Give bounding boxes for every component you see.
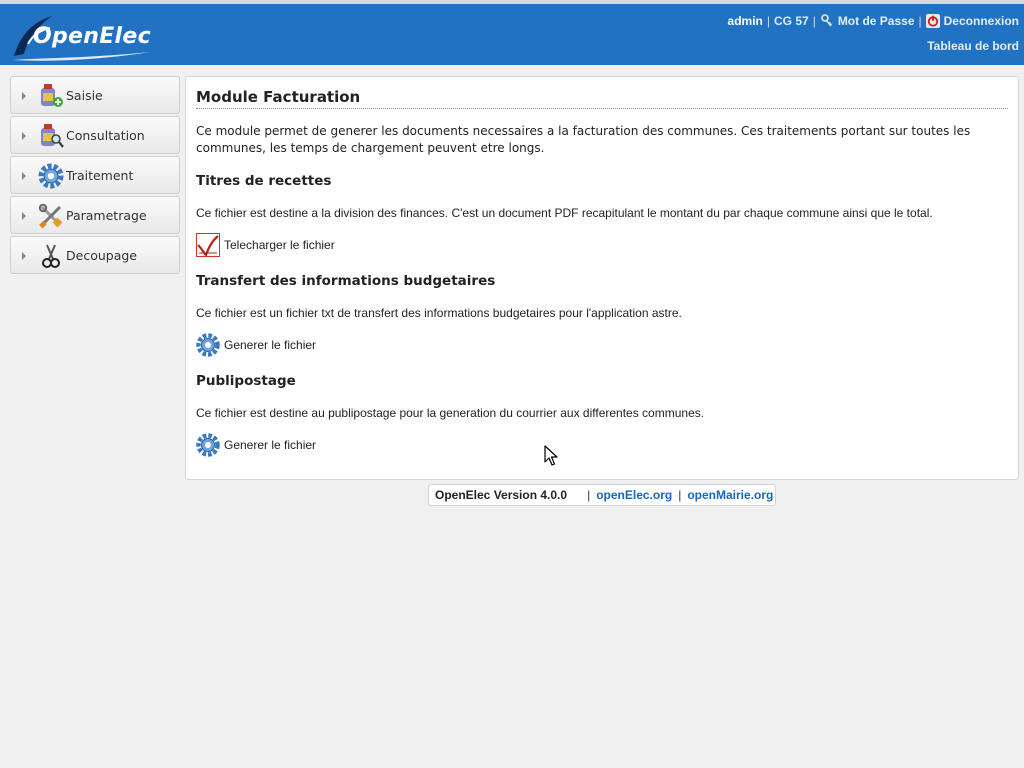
- gear-icon[interactable]: [196, 433, 220, 457]
- expand-arrow-icon[interactable]: [22, 212, 26, 220]
- collectivite-link[interactable]: CG 57: [774, 14, 809, 28]
- sidebar-item-saisie[interactable]: Saisie: [10, 76, 180, 114]
- separator: |: [766, 14, 770, 28]
- power-icon[interactable]: [925, 14, 940, 28]
- sidebar-item-decoupage[interactable]: Decoupage: [10, 236, 180, 274]
- user-bar: admin | CG 57 | Mot de Passe | Deconnexi…: [728, 14, 1019, 28]
- action-label[interactable]: Generer le fichier: [224, 438, 316, 452]
- version-text: OpenElec Version 4.0.0: [435, 488, 568, 502]
- user-name[interactable]: admin: [728, 14, 763, 28]
- generate-file-link[interactable]: Generer le fichier: [196, 433, 316, 457]
- logout-link[interactable]: Deconnexion: [944, 14, 1019, 28]
- expand-arrow-icon[interactable]: [22, 252, 26, 260]
- header-bar: OpenElec admin | CG 57 | Mot de Passe | …: [0, 0, 1024, 65]
- section-title-titres: Titres de recettes: [196, 173, 332, 189]
- separator: |: [678, 488, 682, 502]
- footer-bar: OpenElec Version 4.0.0 | openElec.org | …: [428, 484, 776, 506]
- sidebar-item-label: Parametrage: [66, 208, 147, 223]
- sidebar-menu: Saisie Consultation Traitement Parametra…: [10, 76, 180, 276]
- dashboard-link[interactable]: Tableau de bord: [927, 39, 1019, 53]
- expand-arrow-icon[interactable]: [22, 92, 26, 100]
- section-description: Ce fichier est destine au publipostage p…: [196, 406, 705, 420]
- action-label[interactable]: Telecharger le fichier: [224, 238, 335, 252]
- sidebar-item-parametrage[interactable]: Parametrage: [10, 196, 180, 234]
- action-label[interactable]: Generer le fichier: [224, 338, 316, 352]
- section-description: Ce fichier est un fichier txt de transfe…: [196, 306, 682, 320]
- page-title: Module Facturation: [196, 88, 1008, 109]
- main-panel: Module Facturation Ce module permet de g…: [185, 76, 1019, 480]
- sidebar-item-consultation[interactable]: Consultation: [10, 116, 180, 154]
- key-icon[interactable]: [820, 14, 834, 28]
- gear-icon: [38, 163, 64, 189]
- mouse-cursor-icon: [544, 445, 558, 466]
- tools-icon: [38, 203, 63, 229]
- separator: |: [918, 14, 922, 28]
- intro-text: Ce module permet de generer les document…: [196, 124, 971, 155]
- sidebar-item-label: Decoupage: [66, 248, 137, 263]
- section-description: Ce fichier est destine a la division des…: [196, 206, 933, 220]
- expand-arrow-icon[interactable]: [22, 132, 26, 140]
- sidebar-item-label: Consultation: [66, 128, 145, 143]
- sidebar-item-label: Traitement: [66, 168, 134, 183]
- logo-text[interactable]: OpenElec: [33, 24, 151, 49]
- gear-icon[interactable]: [196, 333, 220, 357]
- section-title-publipostage: Publipostage: [196, 373, 296, 389]
- generate-file-link[interactable]: Generer le fichier: [196, 333, 316, 357]
- openmairie-link[interactable]: openMairie.org: [687, 488, 773, 502]
- expand-arrow-icon[interactable]: [22, 172, 26, 180]
- password-link[interactable]: Mot de Passe: [838, 14, 915, 28]
- openelec-link[interactable]: openElec.org: [596, 488, 672, 502]
- scissors-icon: [42, 244, 60, 268]
- bottle-search-icon: [41, 124, 64, 148]
- sidebar-item-label: Saisie: [66, 88, 103, 103]
- sidebar-item-traitement[interactable]: Traitement: [10, 156, 180, 194]
- pdf-icon[interactable]: [196, 233, 220, 257]
- section-title-transfert: Transfert des informations budgetaires: [196, 273, 496, 289]
- bottle-add-icon: [41, 84, 63, 107]
- separator: |: [812, 14, 816, 28]
- separator: |: [587, 488, 591, 502]
- download-file-link[interactable]: Telecharger le fichier: [196, 233, 335, 257]
